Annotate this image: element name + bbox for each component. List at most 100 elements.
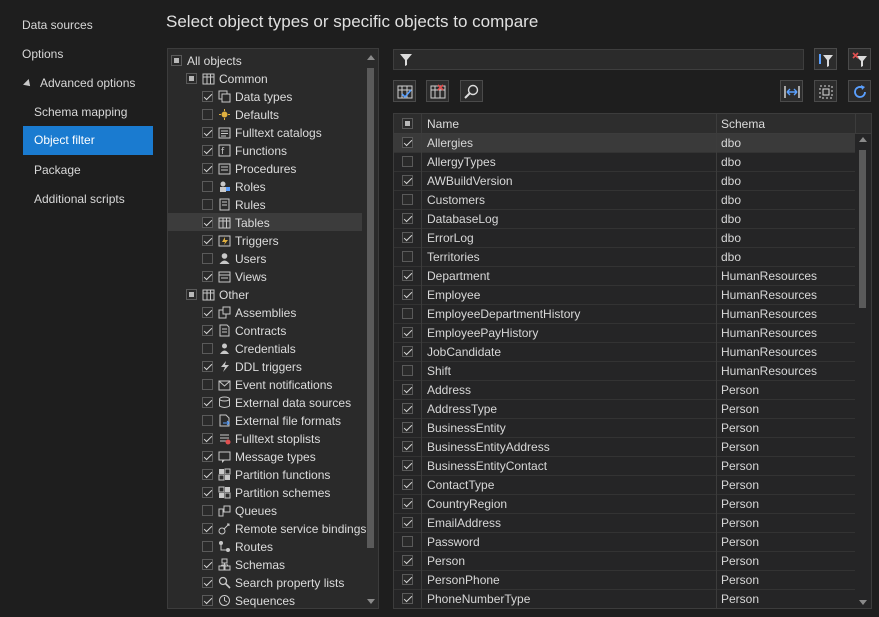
table-row[interactable]: ContactType Person	[394, 476, 856, 495]
tree-item-checkbox[interactable]	[202, 217, 213, 229]
tree-item-checkbox[interactable]	[202, 487, 213, 499]
table-row[interactable]: JobCandidate HumanResources	[394, 343, 856, 362]
tree-item-checkbox[interactable]	[202, 253, 213, 265]
table-row[interactable]: Customers dbo	[394, 191, 856, 210]
row-checkbox[interactable]	[402, 384, 413, 395]
object-grid[interactable]: Name Schema Allergies dbo AllergyTypes dbo A…	[393, 113, 872, 609]
table-row[interactable]: Allergies dbo	[394, 134, 856, 153]
tree-item-checkbox[interactable]	[202, 505, 213, 517]
tree-item-event-notifications[interactable]: Event notifications	[168, 375, 362, 393]
tree-item-views[interactable]: Views	[168, 267, 362, 285]
row-checkbox[interactable]	[402, 441, 413, 452]
tree-item-checkbox[interactable]	[202, 343, 213, 355]
row-checkbox[interactable]	[402, 175, 413, 186]
row-checkbox[interactable]	[402, 213, 413, 224]
tree-item-checkbox[interactable]	[202, 199, 213, 211]
column-header-schema[interactable]: Schema	[717, 114, 856, 134]
table-row[interactable]: CountryRegion Person	[394, 495, 856, 514]
nav-item-package[interactable]: Package	[34, 156, 81, 184]
scroll-down-arrow-icon[interactable]	[367, 599, 375, 604]
refresh-button[interactable]	[848, 80, 871, 102]
tree-item-partition-schemes[interactable]: Partition schemes	[168, 483, 362, 501]
expand-caret-icon[interactable]	[23, 78, 33, 89]
row-checkbox[interactable]	[402, 308, 413, 319]
find-button[interactable]	[460, 80, 483, 102]
row-checkbox[interactable]	[402, 422, 413, 433]
row-checkbox[interactable]	[402, 517, 413, 528]
table-row[interactable]: BusinessEntityAddress Person	[394, 438, 856, 457]
row-checkbox[interactable]	[402, 574, 413, 585]
table-row[interactable]: PersonPhone Person	[394, 571, 856, 590]
row-checkbox[interactable]	[402, 479, 413, 490]
table-row[interactable]: BusinessEntity Person	[394, 419, 856, 438]
table-row[interactable]: AddressType Person	[394, 400, 856, 419]
tree-item-routes[interactable]: Routes	[168, 537, 362, 555]
uncheck-all-button[interactable]	[426, 80, 449, 102]
row-checkbox[interactable]	[402, 156, 413, 167]
row-checkbox[interactable]	[402, 137, 413, 148]
tree-item-checkbox[interactable]	[202, 91, 213, 103]
row-checkbox[interactable]	[402, 194, 413, 205]
nav-item-data-sources[interactable]: Data sources	[22, 11, 93, 39]
tree-item-checkbox[interactable]	[202, 415, 213, 427]
tree-item-queues[interactable]: Queues	[168, 501, 362, 519]
tree-item-checkbox[interactable]	[202, 595, 213, 607]
tree-item-tables[interactable]: Tables	[168, 213, 362, 231]
table-row[interactable]: Employee HumanResources	[394, 286, 856, 305]
tree-item-external-data-sources[interactable]: External data sources	[168, 393, 362, 411]
tree-item-checkbox[interactable]	[202, 469, 213, 481]
tree-item-roles[interactable]: Roles	[168, 177, 362, 195]
row-checkbox[interactable]	[402, 346, 413, 357]
tree-item-remote-service-bindings[interactable]: Remote service bindings	[168, 519, 366, 537]
row-checkbox[interactable]	[402, 251, 413, 262]
tree-item-checkbox[interactable]	[202, 559, 213, 571]
scroll-down-arrow-icon[interactable]	[859, 600, 867, 605]
tree-item-rules[interactable]: Rules	[168, 195, 362, 213]
nav-item-object-filter[interactable]: Object filter	[23, 126, 153, 155]
table-row[interactable]: PhoneNumberType Person	[394, 590, 856, 608]
tree-item-checkbox[interactable]	[202, 379, 213, 391]
table-row[interactable]: DatabaseLog dbo	[394, 210, 856, 229]
tree-item-checkbox[interactable]	[202, 145, 213, 157]
row-checkbox[interactable]	[402, 460, 413, 471]
tree-item-all-objects[interactable]: All objects	[168, 51, 362, 69]
tree-item-partition-functions[interactable]: Partition functions	[168, 465, 362, 483]
tree-item-checkbox[interactable]	[202, 127, 213, 139]
table-row[interactable]: EmployeePayHistory HumanResources	[394, 324, 856, 343]
row-checkbox[interactable]	[402, 232, 413, 243]
check-all-button[interactable]	[393, 80, 416, 102]
tree-item-functions[interactable]: f Functions	[168, 141, 362, 159]
table-row[interactable]: EmailAddress Person	[394, 514, 856, 533]
table-row[interactable]: Territories dbo	[394, 248, 856, 267]
tree-item-message-types[interactable]: Message types	[168, 447, 362, 465]
tree-item-external-file-formats[interactable]: External file formats	[168, 411, 362, 429]
table-row[interactable]: AllergyTypes dbo	[394, 153, 856, 172]
scroll-thumb[interactable]	[367, 68, 374, 548]
tree-item-search-property-lists[interactable]: Search property lists	[168, 573, 362, 591]
table-row[interactable]: Password Person	[394, 533, 856, 552]
scroll-up-arrow-icon[interactable]	[367, 55, 375, 60]
grid-scrollbar[interactable]	[855, 134, 871, 608]
tree-item-checkbox[interactable]	[202, 577, 213, 589]
select-all-checkbox[interactable]	[402, 118, 413, 129]
tree-item-schemas[interactable]: Schemas	[168, 555, 362, 573]
tree-item-checkbox[interactable]	[202, 433, 213, 445]
tree-item-users[interactable]: Users	[168, 249, 362, 267]
tree-item-fulltext-catalogs[interactable]: Fulltext catalogs	[168, 123, 362, 141]
tree-item-data-types[interactable]: Data types	[168, 87, 362, 105]
tree-item-sequences[interactable]: Sequences	[168, 591, 362, 608]
filter-options-button[interactable]	[814, 48, 837, 70]
tree-item-checkbox[interactable]	[202, 397, 213, 409]
fit-columns-button[interactable]	[780, 80, 803, 102]
scroll-up-arrow-icon[interactable]	[859, 137, 867, 142]
table-row[interactable]: Shift HumanResources	[394, 362, 856, 381]
tree-item-checkbox[interactable]	[202, 109, 213, 121]
row-checkbox[interactable]	[402, 555, 413, 566]
tree-item-checkbox[interactable]	[202, 181, 213, 193]
tree-item-checkbox[interactable]	[202, 325, 213, 337]
column-header-name[interactable]: Name	[422, 114, 717, 134]
row-checkbox[interactable]	[402, 270, 413, 281]
table-row[interactable]: AWBuildVersion dbo	[394, 172, 856, 191]
tree-item-common[interactable]: Common	[168, 69, 362, 87]
tree-item-defaults[interactable]: Defaults	[168, 105, 362, 123]
